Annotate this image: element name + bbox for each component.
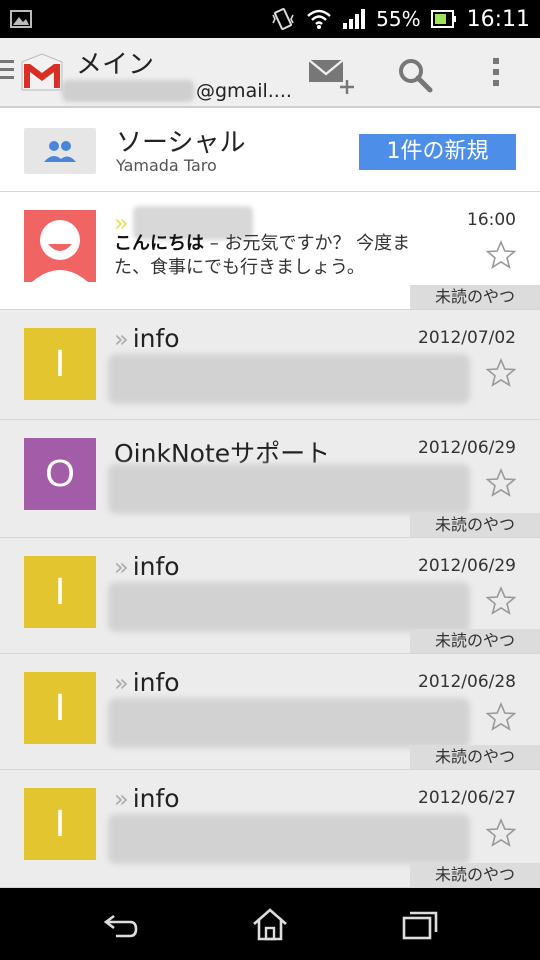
account-name-redacted bbox=[62, 80, 194, 102]
status-bar: 55% 16:11 bbox=[0, 0, 540, 38]
clock: 16:11 bbox=[466, 6, 530, 32]
important-marker-icon[interactable]: » bbox=[114, 553, 128, 581]
category-social[interactable]: ソーシャル Yamada Taro 1件の新規 bbox=[0, 108, 540, 192]
sender-name: info bbox=[132, 324, 180, 353]
signal-icon bbox=[343, 9, 366, 29]
sender-avatar: I bbox=[24, 672, 96, 744]
snippet-redacted bbox=[108, 814, 470, 864]
wifi-icon bbox=[307, 9, 331, 29]
overflow-icon[interactable] bbox=[493, 58, 503, 92]
conversation-list: ソーシャル Yamada Taro 1件の新規 » 16:00 こんにちは – … bbox=[0, 108, 540, 888]
important-marker-icon[interactable]: » bbox=[114, 669, 128, 697]
email-date: 2012/06/29 bbox=[418, 438, 516, 458]
email-date: 2012/06/29 bbox=[418, 556, 516, 576]
sender-name: info bbox=[132, 552, 180, 581]
email-date: 2012/06/28 bbox=[418, 672, 516, 692]
important-marker-icon[interactable]: » bbox=[114, 325, 128, 353]
star-icon[interactable] bbox=[486, 818, 516, 848]
email-row[interactable]: I » info 2012/06/29 未読のやつ bbox=[0, 538, 540, 654]
email-row[interactable]: I » info 2012/06/27 未読のやつ bbox=[0, 770, 540, 888]
people-icon bbox=[24, 128, 96, 174]
star-icon[interactable] bbox=[486, 240, 516, 270]
email-row[interactable]: I » info 2012/06/28 未読のやつ bbox=[0, 654, 540, 770]
label-tag: 未読のやつ bbox=[410, 863, 540, 887]
compose-icon[interactable] bbox=[307, 56, 357, 96]
recent-apps-icon[interactable] bbox=[400, 906, 440, 942]
email-subject: こんにちは bbox=[114, 233, 204, 254]
star-icon[interactable] bbox=[486, 702, 516, 732]
action-bar: メイン @gmail.... bbox=[0, 38, 540, 108]
label-tag: 未読のやつ bbox=[410, 513, 540, 537]
email-row[interactable]: I » info 2012/07/02 bbox=[0, 310, 540, 420]
star-icon[interactable] bbox=[486, 586, 516, 616]
navigation-bar bbox=[0, 888, 540, 960]
email-date: 2012/06/27 bbox=[418, 788, 516, 808]
screen: 55% 16:11 メイン @gmail.... ソーシャル Yamada Ta… bbox=[0, 0, 540, 960]
sender-name: info bbox=[132, 784, 180, 813]
person-icon bbox=[32, 220, 88, 282]
important-marker-icon[interactable]: » bbox=[114, 785, 128, 813]
email-snippet: こんにちは – お元気ですか？ 今度また、食事にでも行きましょう。 bbox=[114, 232, 444, 280]
sender-avatar: I bbox=[24, 788, 96, 860]
sender-avatar: I bbox=[24, 328, 96, 400]
battery-percent: 55% bbox=[376, 7, 421, 31]
email-row[interactable]: » 16:00 こんにちは – お元気ですか？ 今度また、食事にでも行きましょう… bbox=[0, 192, 540, 310]
mailbox-title: メイン bbox=[76, 50, 155, 80]
category-title: ソーシャル bbox=[116, 128, 246, 158]
sender: » info bbox=[114, 324, 180, 353]
vibrate-icon bbox=[272, 8, 294, 30]
label-tag: 未読のやつ bbox=[410, 629, 540, 653]
sender: » info bbox=[114, 552, 180, 581]
star-icon[interactable] bbox=[486, 358, 516, 388]
snippet-redacted bbox=[108, 354, 470, 404]
status-icons: 55% 16:11 bbox=[270, 0, 530, 38]
search-icon[interactable] bbox=[396, 56, 434, 94]
label-tag: 未読のやつ bbox=[410, 285, 540, 309]
image-icon bbox=[10, 10, 32, 28]
snippet-redacted bbox=[108, 582, 470, 632]
sender: » info bbox=[114, 668, 180, 697]
new-count-badge: 1件の新規 bbox=[359, 134, 516, 170]
snippet-redacted bbox=[108, 698, 470, 748]
battery-icon bbox=[430, 10, 456, 28]
menu-icon[interactable] bbox=[0, 60, 14, 84]
email-row[interactable]: O OinkNoteサポート 2012/06/29 未読のやつ bbox=[0, 420, 540, 538]
sender-avatar bbox=[24, 210, 96, 282]
sender-avatar: O bbox=[24, 438, 96, 510]
home-icon[interactable] bbox=[250, 906, 290, 942]
label-tag: 未読のやつ bbox=[410, 745, 540, 769]
sender-name: info bbox=[132, 668, 180, 697]
gmail-logo[interactable] bbox=[18, 50, 66, 96]
account-email: @gmail.... bbox=[196, 80, 292, 102]
sender-avatar: I bbox=[24, 556, 96, 628]
star-icon[interactable] bbox=[486, 468, 516, 498]
category-subtitle: Yamada Taro bbox=[116, 156, 217, 175]
snippet-redacted bbox=[108, 464, 470, 514]
email-date: 16:00 bbox=[467, 210, 516, 230]
email-date: 2012/07/02 bbox=[418, 328, 516, 348]
sender: » info bbox=[114, 784, 180, 813]
back-icon[interactable] bbox=[100, 906, 140, 942]
